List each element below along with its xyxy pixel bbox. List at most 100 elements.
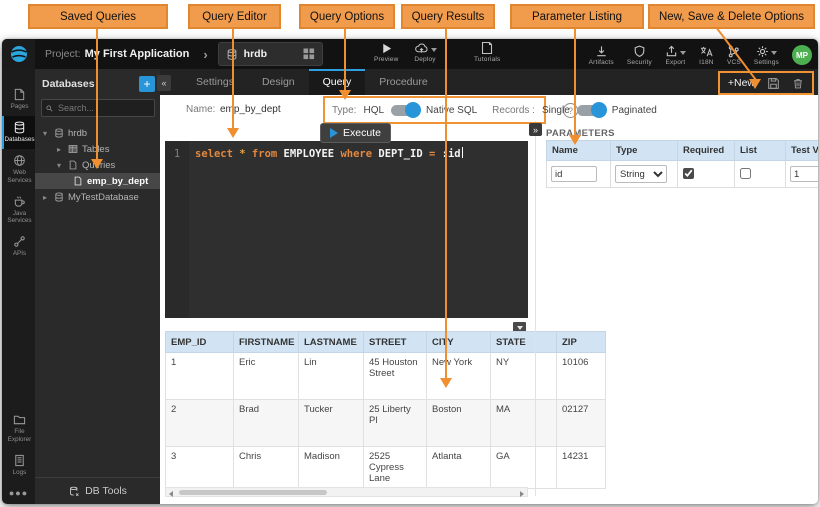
tree-item-emp-by-dept[interactable]: emp_by_dept: [35, 173, 161, 189]
sidebar-item-java-services[interactable]: Java Services: [2, 190, 35, 230]
delete-icon[interactable]: [792, 77, 804, 90]
sidebar-item-apis[interactable]: APIs: [2, 230, 35, 263]
results-cell: 14231: [557, 447, 606, 489]
callout-arrowhead-icon: [227, 128, 239, 138]
tree-item-label: MyTestDatabase: [68, 192, 139, 203]
collapse-panel-button[interactable]: «: [157, 75, 171, 91]
database-search[interactable]: [41, 99, 155, 117]
cloud-upload-icon: [414, 42, 429, 55]
caret-down-icon[interactable]: ▾: [57, 161, 64, 170]
callout-arrow-line: [96, 27, 98, 159]
table-icon: [68, 144, 78, 154]
deploy-button[interactable]: Deploy: [414, 41, 437, 63]
translate-icon: [699, 45, 714, 58]
callout-arrowhead-icon: [749, 79, 761, 89]
scrollbar-thumb[interactable]: [179, 490, 327, 496]
save-icon[interactable]: [767, 77, 780, 90]
tab-procedure[interactable]: Procedure: [365, 69, 441, 95]
caret-right-icon[interactable]: ▸: [57, 145, 64, 154]
database-icon: [54, 192, 64, 202]
caret-down-icon[interactable]: ▾: [43, 129, 50, 138]
results-cell: 2525 Cypress Lane: [364, 447, 427, 489]
param-list-checkbox[interactable]: [740, 168, 751, 179]
results-column-header[interactable]: STATE: [491, 332, 557, 353]
preview-button[interactable]: Preview: [374, 41, 399, 63]
results-column-header[interactable]: EMP_ID: [166, 332, 234, 353]
param-required-checkbox[interactable]: [683, 168, 694, 179]
more-icon[interactable]: ●●●: [2, 482, 35, 504]
results-row[interactable]: 1EricLin45 Houston StreetNew YorkNY10106: [166, 353, 606, 400]
sidebar-item-pages[interactable]: Pages: [2, 83, 35, 116]
grid-icon[interactable]: [303, 48, 315, 60]
results-body: 1EricLin45 Houston StreetNew YorkNY10106…: [166, 353, 606, 489]
gear-icon: [756, 45, 769, 58]
export-button[interactable]: Export: [665, 44, 686, 66]
results-column-header[interactable]: LASTNAME: [299, 332, 364, 353]
artifacts-button[interactable]: Artifacts: [589, 44, 614, 66]
query-options-highlight: Type: HQL Native SQL Records : Single Pa…: [323, 96, 546, 124]
panel-divider: [535, 121, 536, 496]
caret-right-icon[interactable]: ▸: [43, 193, 50, 202]
execute-button[interactable]: Execute: [320, 123, 391, 143]
project-label: Project:: [45, 48, 81, 60]
records-option-paginated[interactable]: Paginated: [612, 105, 657, 116]
type-toggle[interactable]: [391, 105, 419, 116]
workspace-tabstrip: « Settings Design Query Procedure +New: [160, 69, 818, 95]
callout-query-results: Query Results: [401, 4, 495, 29]
tab-query[interactable]: Query: [309, 69, 366, 95]
callout-arrow-line: [344, 27, 346, 90]
tab-design[interactable]: Design: [248, 69, 309, 95]
add-database-button[interactable]: +: [139, 76, 155, 92]
results-column-header[interactable]: ZIP: [557, 332, 606, 353]
i18n-button[interactable]: I18N: [699, 44, 714, 66]
records-toggle[interactable]: [577, 105, 605, 116]
parameters-table: NameTypeRequiredListTest Value String: [546, 140, 818, 188]
database-icon: [54, 128, 64, 138]
wavemaker-logo[interactable]: [2, 39, 35, 69]
param-name-input[interactable]: [551, 166, 597, 182]
query-name-value: emp_by_dept: [220, 104, 281, 115]
type-option-native-sql[interactable]: Native SQL: [426, 105, 477, 116]
param-type-select[interactable]: String: [615, 165, 667, 183]
security-button[interactable]: Security: [627, 44, 652, 66]
scroll-left-icon[interactable]: [169, 491, 173, 497]
tutorials-button[interactable]: Tutorials: [474, 41, 500, 63]
tab-settings[interactable]: Settings: [182, 69, 248, 95]
breadcrumb: Project: My First Application: [45, 48, 189, 60]
scroll-right-icon[interactable]: [520, 491, 524, 497]
sidebar-item-web-services[interactable]: Web Services: [2, 149, 35, 189]
records-option-single[interactable]: Single: [542, 105, 570, 116]
params-column-header: Test Value: [786, 141, 819, 161]
results-column-header[interactable]: STREET: [364, 332, 427, 353]
results-row[interactable]: 3ChrisMadison2525 Cypress LaneAtlantaGA1…: [166, 447, 606, 489]
tree-item-mytestdatabase[interactable]: ▸ MyTestDatabase: [35, 189, 161, 205]
sql-editor[interactable]: 1 select * from EMPLOYEE where DEPT_ID =…: [165, 141, 528, 318]
sidebar-item-databases[interactable]: Databases: [2, 116, 35, 149]
horizontal-scrollbar[interactable]: [165, 487, 528, 497]
document-icon: [73, 176, 83, 186]
results-column-header[interactable]: FIRSTNAME: [234, 332, 299, 353]
search-input[interactable]: [56, 102, 150, 114]
results-column-header[interactable]: CITY: [427, 332, 491, 353]
sidebar-item-logs[interactable]: Logs: [2, 449, 35, 482]
results-row[interactable]: 2BradTucker25 Liberty PlBostonMA02127: [166, 400, 606, 447]
shield-icon: [633, 45, 646, 58]
tree-item-tables[interactable]: ▸ Tables: [35, 141, 161, 157]
user-avatar[interactable]: MP: [792, 45, 812, 65]
settings-button[interactable]: Settings: [754, 44, 779, 66]
records-label: Records :: [492, 105, 535, 116]
project-name: My First Application: [85, 48, 190, 60]
results-cell: Chris: [234, 447, 299, 489]
param-test-value-input[interactable]: [790, 166, 818, 182]
type-option-hql[interactable]: HQL: [363, 105, 384, 116]
params-column-header: Type: [611, 141, 678, 161]
results-cell: NY: [491, 353, 557, 400]
tree-item-hrdb[interactable]: ▾ hrdb: [35, 125, 161, 141]
databases-icon: [13, 121, 26, 134]
expand-parameters-button[interactable]: »: [529, 123, 542, 136]
document-icon: [481, 41, 493, 55]
sidebar-item-file-explorer[interactable]: File Explorer: [2, 408, 35, 448]
db-tools-button[interactable]: DB Tools: [35, 477, 161, 504]
editor-gutter: [165, 141, 189, 318]
callout-parameter-listing: Parameter Listing: [510, 4, 644, 29]
